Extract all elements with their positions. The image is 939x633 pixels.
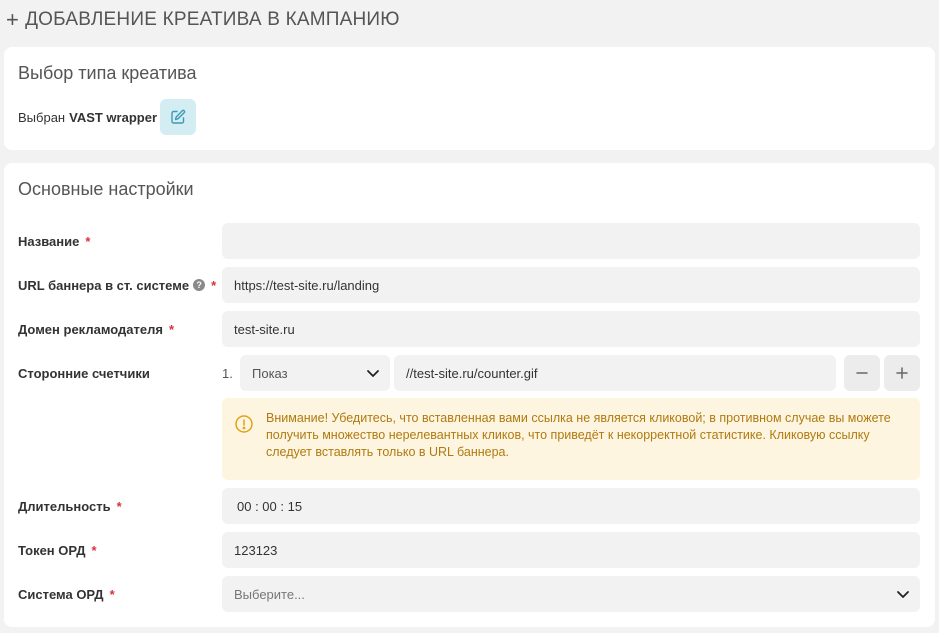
required-mark: * (211, 277, 217, 293)
main-settings-card: Основные настройки Название * URL баннер… (4, 163, 935, 627)
edit-icon (171, 109, 186, 124)
duration-label: Длительность * (18, 498, 122, 514)
banner-url-input[interactable]: https://test-site.ru/landing (222, 267, 920, 303)
name-row: Название * (18, 223, 920, 259)
counter-warning: Внимание! Убедитесь, что вставленная вам… (222, 398, 920, 480)
selected-type-value: VAST wrapper (69, 109, 157, 125)
help-icon[interactable]: ? (193, 279, 206, 291)
ord-token-input[interactable]: 123123 (222, 532, 920, 568)
required-mark: * (109, 586, 115, 602)
ord-system-row: Система ОРД * Выберите... (18, 576, 920, 612)
ord-system-label: Система ОРД * (18, 586, 115, 602)
ord-token-row: Токен ОРД * 123123 (18, 532, 920, 568)
plus-icon: + (6, 7, 20, 32)
banner-url-label: URL баннера в ст. системе ? * (18, 277, 217, 293)
required-mark: * (85, 233, 91, 249)
add-counter-button[interactable] (884, 355, 920, 391)
main-settings-title: Основные настройки (18, 179, 194, 199)
advertiser-domain-row: Домен рекламодателя * test-site.ru (18, 311, 920, 347)
counter-number: 1. (222, 365, 233, 381)
creative-type-title: Выбор типа креатива (18, 63, 197, 83)
chevron-down-icon (897, 591, 909, 598)
counter-url-input[interactable]: //test-site.ru/counter.gif (394, 355, 836, 391)
counters-row: Сторонние счетчики 1. Показ //test-site.… (18, 355, 920, 391)
edit-type-button[interactable] (160, 99, 196, 135)
warning-icon (235, 415, 253, 433)
duration-row: Длительность * 00 : 00 : 15 (18, 488, 920, 524)
ord-token-label: Токен ОРД * (18, 542, 97, 558)
counter-type-select[interactable]: Показ (240, 355, 390, 391)
creative-type-card: Выбор типа креатива Выбран VAST wrapper (4, 47, 935, 150)
name-label: Название * (18, 233, 91, 249)
advertiser-domain-input[interactable]: test-site.ru (222, 311, 920, 347)
page-title: ДОБАВЛЕНИЕ КРЕАТИВА В КАМПАНИЮ (25, 9, 400, 30)
ord-system-select[interactable]: Выберите... (222, 576, 920, 612)
selected-type-row: Выбран VAST wrapper (18, 99, 196, 135)
chevron-down-icon (367, 370, 379, 377)
required-mark: * (116, 498, 122, 514)
banner-url-row: URL баннера в ст. системе ? * https://te… (18, 267, 920, 303)
duration-input[interactable]: 00 : 00 : 15 (222, 488, 920, 524)
required-mark: * (91, 542, 97, 558)
minus-icon (856, 372, 868, 374)
counters-label: Сторонние счетчики (18, 365, 150, 381)
plus-icon (896, 367, 908, 379)
ord-system-placeholder: Выберите... (234, 586, 305, 602)
page-header: + ДОБАВЛЕНИЕ КРЕАТИВА В КАМПАНИЮ (0, 0, 939, 40)
selected-prefix: Выбран (18, 109, 66, 125)
name-input[interactable] (222, 223, 920, 259)
remove-counter-button[interactable] (844, 355, 880, 391)
warning-text: Внимание! Убедитесь, что вставленная вам… (266, 411, 891, 459)
required-mark: * (168, 321, 175, 337)
advertiser-domain-label: Домен рекламодателя * (18, 321, 175, 337)
